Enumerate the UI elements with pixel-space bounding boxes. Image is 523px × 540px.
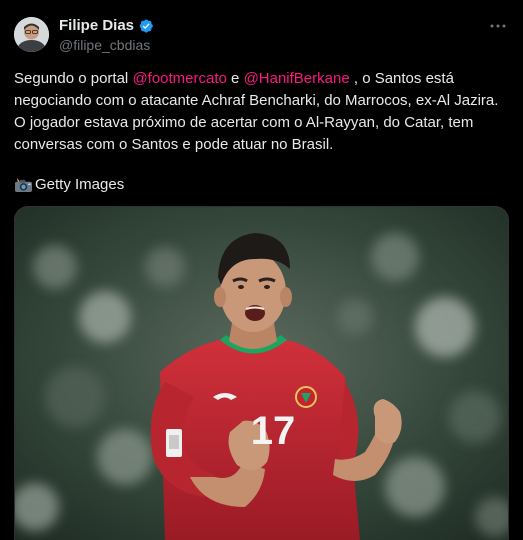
photo-credit-label: Getty Images [35,176,125,193]
avatar[interactable] [14,17,49,52]
mention-hanifberkane[interactable]: @HanifBerkane [244,70,350,87]
author-name[interactable]: Filipe Dias [59,17,134,34]
camera-flash-icon [15,177,32,193]
jersey-number: 17 [251,409,296,453]
tweet-text-part: Segundo o portal [14,70,133,87]
more-options-icon [490,24,506,28]
mention-footmercato[interactable]: @footmercato [132,70,226,87]
tweet-photo[interactable]: 17 [14,206,509,540]
more-options-button[interactable] [487,15,509,37]
avatar-image [14,17,49,52]
tweet-text-part: e [226,70,244,87]
tweet-text: Segundo o portal @footmercato e @HanifBe… [14,68,512,156]
author-name-row[interactable]: Filipe Dias [59,17,154,34]
tweet: Filipe Dias @filipe_cbdias Segundo o por… [0,0,523,540]
author-handle[interactable]: @filipe_cbdias [59,37,150,53]
photo-credit: Getty Images [14,174,124,196]
verified-badge-icon [139,18,153,33]
player-photo: 17 [15,207,508,540]
